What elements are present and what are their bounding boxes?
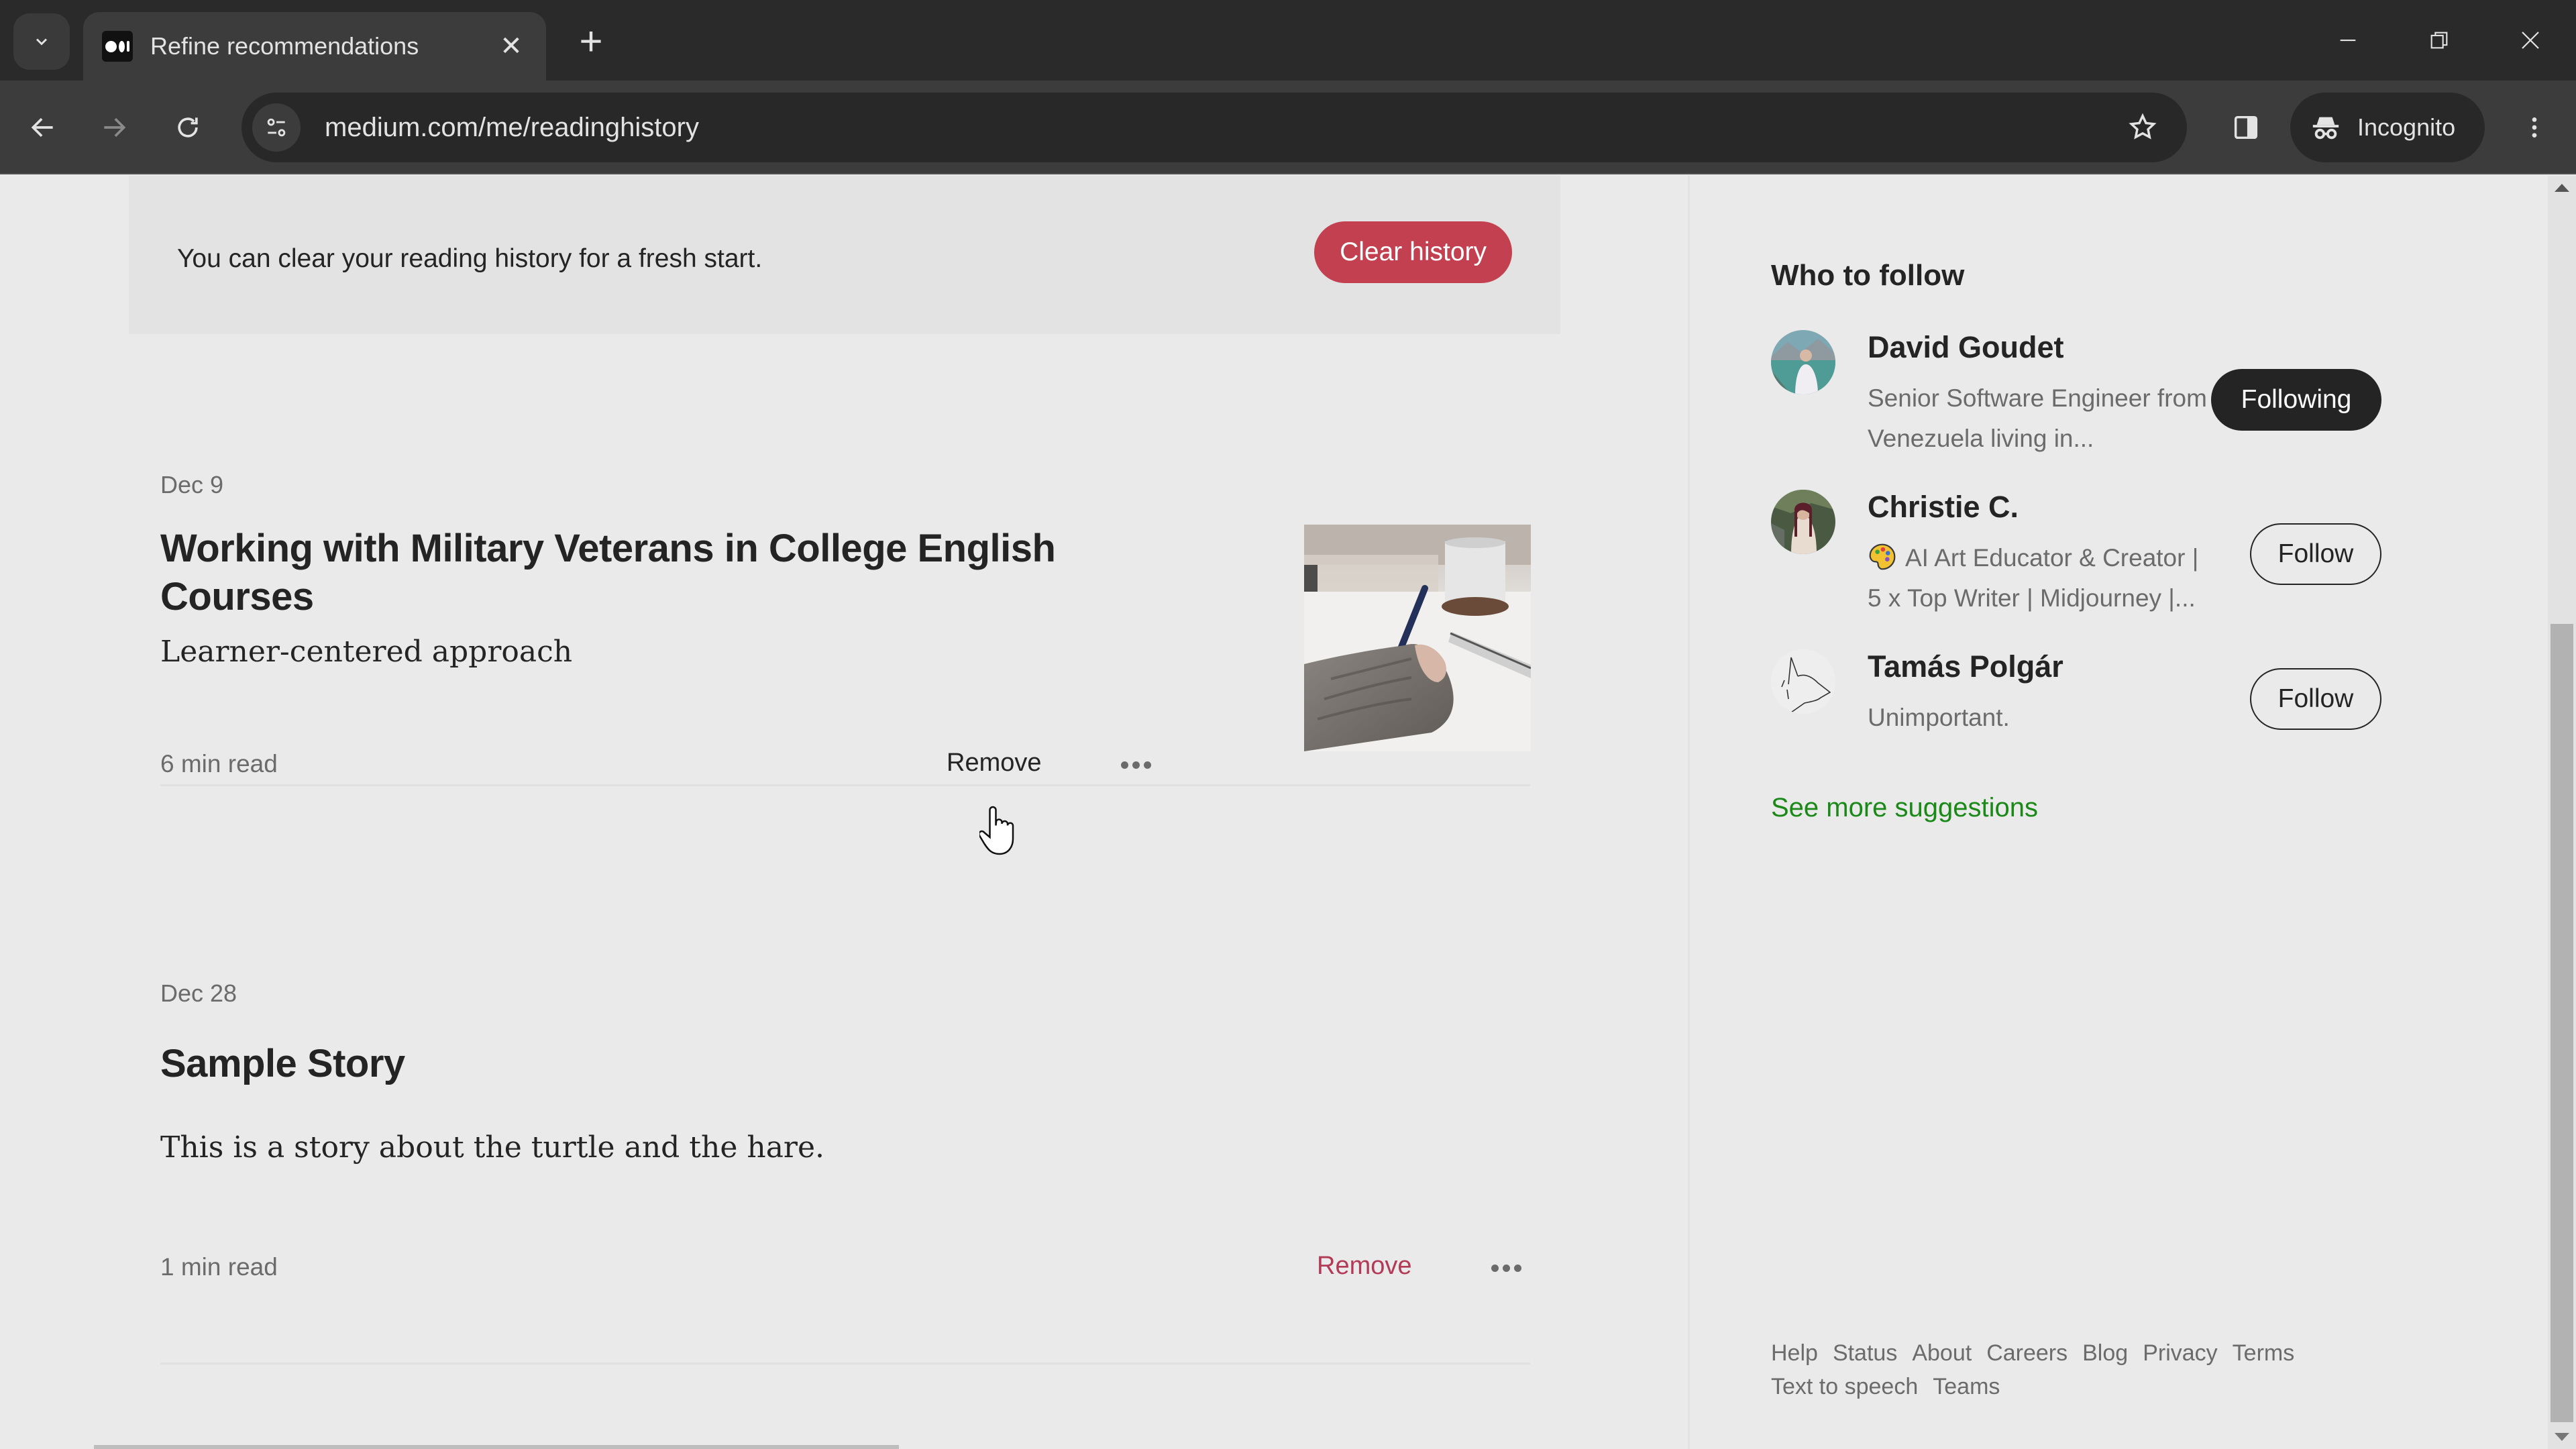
minimize-button[interactable] bbox=[2308, 15, 2388, 66]
scroll-up-arrow-icon[interactable] bbox=[2555, 184, 2569, 192]
avatar-image bbox=[1771, 649, 1835, 714]
follow-button[interactable]: Follow bbox=[2250, 668, 2381, 730]
browser-toolbar: medium.com/me/readinghistory Incognito bbox=[0, 80, 2576, 174]
address-bar[interactable]: medium.com/me/readinghistory bbox=[241, 93, 2187, 162]
tab-search-button[interactable] bbox=[13, 13, 70, 70]
read-time: 1 min read bbox=[160, 1253, 278, 1281]
tab-title: Refine recommendations bbox=[150, 32, 419, 60]
dot bbox=[1121, 761, 1128, 769]
dot bbox=[1514, 1264, 1521, 1272]
person-bio-text: AI Art Educator & Creator | 5 x Top Writ… bbox=[1868, 544, 2199, 612]
medium-logo-icon bbox=[102, 31, 133, 62]
column-divider bbox=[1688, 176, 1690, 1449]
footer-link-status[interactable]: Status bbox=[1833, 1336, 1897, 1370]
person-name[interactable]: Christie C. bbox=[1868, 490, 2019, 525]
reload-button[interactable] bbox=[160, 99, 216, 156]
kebab-menu-icon bbox=[2532, 117, 2537, 138]
incognito-profile-button[interactable]: Incognito bbox=[2290, 93, 2485, 162]
close-window-button[interactable] bbox=[2490, 15, 2571, 66]
footer-link-terms[interactable]: Terms bbox=[2233, 1336, 2295, 1370]
article-thumbnail[interactable] bbox=[1304, 525, 1531, 751]
vertical-scrollbar[interactable] bbox=[2548, 176, 2576, 1449]
browser-titlebar: Refine recommendations ✕ + bbox=[0, 0, 2576, 80]
dot bbox=[1491, 1264, 1499, 1272]
chevron-down-icon bbox=[36, 38, 48, 46]
restore-button[interactable] bbox=[2399, 15, 2479, 66]
incognito-icon bbox=[2312, 117, 2339, 140]
horizontal-scrollbar-thumb[interactable] bbox=[94, 1445, 899, 1449]
person-name[interactable]: David Goudet bbox=[1868, 330, 2064, 365]
avatar[interactable] bbox=[1771, 649, 1835, 714]
article-title[interactable]: Sample Story bbox=[160, 1040, 405, 1088]
article-date: Dec 28 bbox=[160, 979, 237, 1007]
minimize-icon bbox=[2340, 39, 2356, 42]
footer-link-careers[interactable]: Careers bbox=[1986, 1336, 2068, 1370]
tune-icon bbox=[267, 118, 286, 137]
avatar[interactable] bbox=[1771, 330, 1835, 394]
avatar[interactable] bbox=[1771, 490, 1835, 554]
scroll-down-arrow-icon[interactable] bbox=[2555, 1433, 2569, 1441]
reading-history-item: Dec 9 Working with Military Veterans in … bbox=[160, 471, 1531, 786]
restore-icon bbox=[2430, 32, 2448, 49]
arrow-right-icon bbox=[104, 117, 126, 138]
article-title[interactable]: Working with Military Veterans in Colleg… bbox=[160, 525, 1153, 621]
dot bbox=[1144, 761, 1151, 769]
arrow-left-icon bbox=[31, 117, 53, 138]
person-bio: Unimportant. bbox=[1868, 704, 2010, 731]
footer-link-text-to-speech[interactable]: Text to speech bbox=[1771, 1370, 1918, 1403]
person-bio: Senior Software Engineer from Venezuela … bbox=[1868, 384, 2207, 452]
page-content: You can clear your reading history for a… bbox=[0, 176, 2548, 1449]
article-date: Dec 9 bbox=[160, 471, 224, 498]
palette-icon bbox=[1869, 543, 1896, 570]
avatar-image bbox=[1771, 330, 1835, 394]
remove-button[interactable]: Remove bbox=[947, 749, 1042, 777]
see-more-suggestions-link[interactable]: See more suggestions bbox=[1771, 793, 2038, 823]
clear-history-banner: You can clear your reading history for a… bbox=[129, 176, 1560, 334]
read-time: 6 min read bbox=[160, 750, 278, 777]
footer-link-teams[interactable]: Teams bbox=[1933, 1370, 2000, 1403]
person-name[interactable]: Tamás Polgár bbox=[1868, 649, 2063, 684]
side-panel-icon bbox=[2234, 115, 2258, 140]
article-subtitle[interactable]: This is a story about the turtle and the… bbox=[160, 1130, 824, 1165]
avatar-image bbox=[1771, 490, 1835, 554]
footer-links: Help Status About Careers Blog Privacy T… bbox=[1771, 1336, 2321, 1403]
dot bbox=[1132, 761, 1140, 769]
url-text[interactable]: medium.com/me/readinghistory bbox=[325, 113, 699, 143]
footer-link-blog[interactable]: Blog bbox=[2082, 1336, 2128, 1370]
hand-cursor-icon bbox=[979, 806, 1014, 855]
forward-button[interactable] bbox=[86, 99, 142, 156]
follow-button[interactable]: Follow bbox=[2250, 523, 2381, 585]
footer-link-privacy[interactable]: Privacy bbox=[2143, 1336, 2217, 1370]
star-icon bbox=[2129, 113, 2157, 140]
remove-button[interactable]: Remove bbox=[1317, 1252, 1412, 1281]
dot bbox=[1503, 1264, 1510, 1272]
new-tab-button[interactable]: + bbox=[568, 17, 614, 64]
incognito-label: Incognito bbox=[2357, 113, 2456, 141]
browser-tab-active[interactable]: Refine recommendations ✕ bbox=[83, 12, 546, 80]
reading-history-item: Dec 28 Sample Story This is a story abou… bbox=[160, 979, 1530, 1364]
footer-link-about[interactable]: About bbox=[1912, 1336, 1972, 1370]
person-bio: AI Art Educator & Creator | 5 x Top Writ… bbox=[1868, 538, 2216, 619]
clear-history-button[interactable]: Clear history bbox=[1314, 221, 1512, 283]
article-subtitle[interactable]: Learner-centered approach bbox=[160, 635, 572, 669]
close-icon bbox=[2522, 32, 2539, 49]
more-options-button[interactable] bbox=[1491, 1254, 1532, 1281]
side-panel-button[interactable] bbox=[2218, 99, 2274, 156]
close-tab-icon[interactable]: ✕ bbox=[495, 31, 527, 62]
back-button[interactable] bbox=[15, 99, 71, 156]
browser-menu-button[interactable] bbox=[2506, 99, 2563, 156]
footer-link-help[interactable]: Help bbox=[1771, 1336, 1818, 1370]
following-button[interactable]: Following bbox=[2211, 369, 2381, 431]
more-options-button[interactable] bbox=[1121, 751, 1161, 778]
banner-text: You can clear your reading history for a… bbox=[177, 244, 763, 273]
reload-icon bbox=[178, 117, 198, 138]
thumbnail-image bbox=[1304, 525, 1531, 751]
bookmark-button[interactable] bbox=[2118, 103, 2167, 152]
scrollbar-thumb[interactable] bbox=[2551, 624, 2573, 1422]
site-info-button[interactable] bbox=[252, 103, 301, 152]
who-to-follow-heading: Who to follow bbox=[1771, 259, 1965, 292]
